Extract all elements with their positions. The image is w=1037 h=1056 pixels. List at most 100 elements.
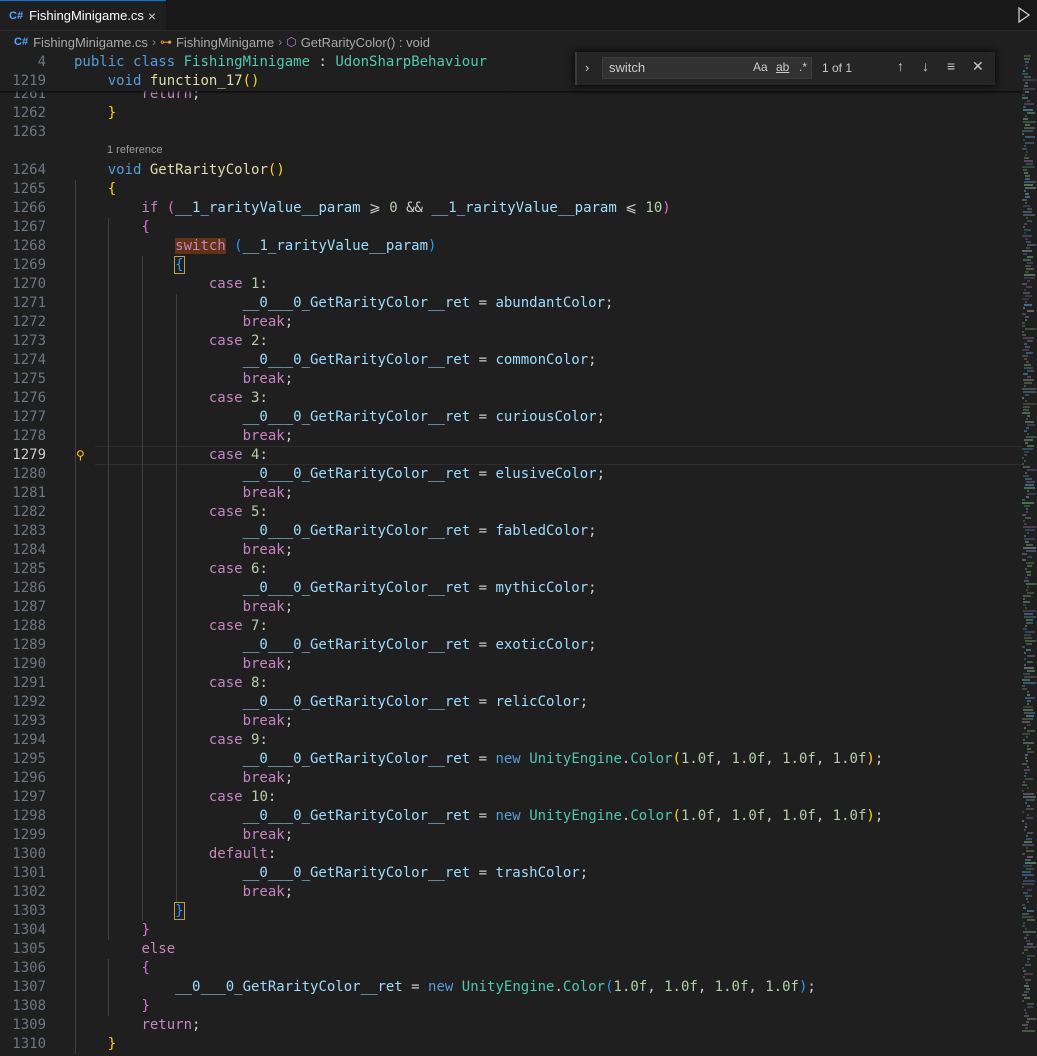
minimap-line bbox=[1027, 532, 1029, 534]
code-line[interactable]: 1281 break; bbox=[0, 484, 1022, 503]
minimap-line bbox=[1023, 79, 1036, 81]
code-line[interactable]: 1270 case 1: bbox=[0, 275, 1022, 294]
code-line[interactable]: 1290 break; bbox=[0, 655, 1022, 674]
arrow-up-icon[interactable]: ↑ bbox=[897, 58, 904, 74]
code-line[interactable]: 1271 __0___0_GetRarityColor__ret = abund… bbox=[0, 294, 1022, 313]
line-number: 1295 bbox=[12, 751, 46, 767]
code-line[interactable]: 1279 case 4: ⚲ bbox=[0, 446, 1022, 465]
toggle-replace-chevron-icon[interactable]: › bbox=[585, 60, 589, 75]
code-line[interactable]: 1268 switch (__1_rarityValue__param) bbox=[0, 237, 1022, 256]
code-line[interactable]: 1265 { bbox=[0, 180, 1022, 199]
code-line[interactable]: 1275 break; bbox=[0, 370, 1022, 389]
line-number: 1310 bbox=[12, 1036, 46, 1052]
match-case-button[interactable]: Aa bbox=[753, 60, 768, 74]
minimap-line bbox=[1025, 154, 1027, 156]
minimap-line bbox=[1027, 493, 1036, 495]
minimap-line bbox=[1022, 994, 1027, 996]
breadcrumb-file[interactable]: C# FishingMinigame.cs bbox=[14, 35, 148, 50]
code-line[interactable]: 1293 break; bbox=[0, 712, 1022, 731]
tab-bar: C# FishingMinigame.cs × bbox=[0, 0, 1037, 31]
minimap-line bbox=[1024, 946, 1036, 948]
minimap-line bbox=[1026, 511, 1028, 513]
code-line[interactable]: 1294 case 9: bbox=[0, 731, 1022, 750]
minimap-line bbox=[1023, 742, 1034, 744]
breadcrumb-class-label: FishingMinigame bbox=[175, 34, 275, 50]
close-icon[interactable]: × bbox=[148, 8, 156, 24]
code-line[interactable]: 1300 default: bbox=[0, 845, 1022, 864]
code-line[interactable]: 1310 } bbox=[0, 1035, 1022, 1054]
code-line[interactable]: 1305 else bbox=[0, 940, 1022, 959]
code-line[interactable]: 1269 { bbox=[0, 256, 1022, 275]
code-line[interactable]: 1280 __0___0_GetRarityColor__ret = elusi… bbox=[0, 465, 1022, 484]
line-number: 1301 bbox=[12, 865, 46, 881]
minimap-line bbox=[1026, 286, 1032, 288]
code-line[interactable]: 1262 } bbox=[0, 104, 1022, 123]
tab-fishingminigame[interactable]: C# FishingMinigame.cs × bbox=[0, 0, 166, 30]
minimap[interactable] bbox=[1022, 53, 1037, 1056]
code-line[interactable]: 1292 __0___0_GetRarityColor__ret = relic… bbox=[0, 693, 1022, 712]
minimap-line bbox=[1027, 730, 1035, 732]
code-line[interactable]: 1286 __0___0_GetRarityColor__ret = mythi… bbox=[0, 579, 1022, 598]
breadcrumb-method[interactable]: ⬡ GetRarityColor() : void bbox=[286, 35, 430, 50]
minimap-line bbox=[1027, 586, 1029, 588]
minimap-line bbox=[1026, 544, 1033, 546]
regex-button[interactable]: .* bbox=[799, 60, 807, 74]
code-line[interactable]: 1267 { bbox=[0, 218, 1022, 237]
minimap-line bbox=[1024, 364, 1031, 366]
code-line[interactable]: 1263 bbox=[0, 123, 1022, 142]
code-line[interactable]: 1308 } bbox=[0, 997, 1022, 1016]
arrow-down-icon[interactable]: ↓ bbox=[922, 58, 929, 74]
code-line[interactable]: 1272 break; bbox=[0, 313, 1022, 332]
line-number: 1277 bbox=[12, 409, 46, 425]
code-line[interactable]: 1298 __0___0_GetRarityColor__ret = new U… bbox=[0, 807, 1022, 826]
find-in-selection-icon[interactable]: ≡ bbox=[947, 58, 955, 74]
code-line[interactable]: 1303 } bbox=[0, 902, 1022, 921]
code-line[interactable]: 1266 if (__1_rarityValue__param ⩾ 0 && _… bbox=[0, 199, 1022, 218]
code-line[interactable]: 1301 __0___0_GetRarityColor__ret = trash… bbox=[0, 864, 1022, 883]
code-text: case 4: bbox=[208, 447, 268, 463]
code-line[interactable]: 1299 break; bbox=[0, 826, 1022, 845]
run-icon[interactable] bbox=[1017, 6, 1031, 27]
code-line[interactable]: 1278 break; bbox=[0, 427, 1022, 446]
line-number: 1286 bbox=[12, 580, 46, 596]
match-whole-word-button[interactable]: ab bbox=[776, 60, 789, 74]
minimap-line bbox=[1022, 913, 1029, 915]
minimap-line bbox=[1023, 793, 1034, 795]
minimap-line bbox=[1027, 889, 1032, 891]
code-line[interactable]: 1302 break; bbox=[0, 883, 1022, 902]
code-line[interactable]: 1274 __0___0_GetRarityColor__ret = commo… bbox=[0, 351, 1022, 370]
minimap-line bbox=[1025, 478, 1032, 480]
code-line[interactable]: 1309 return; bbox=[0, 1016, 1022, 1035]
breadcrumb-class[interactable]: ⊶ FishingMinigame bbox=[160, 35, 274, 50]
code-line[interactable]: 1273 case 2: bbox=[0, 332, 1022, 351]
code-line[interactable]: 1306 { bbox=[0, 959, 1022, 978]
minimap-line bbox=[1027, 961, 1029, 963]
minimap-line bbox=[1023, 253, 1027, 255]
code-line[interactable]: 1283 __0___0_GetRarityColor__ret = fable… bbox=[0, 522, 1022, 541]
code-line[interactable]: 1276 case 3: bbox=[0, 389, 1022, 408]
code-line[interactable]: 1284 break; bbox=[0, 541, 1022, 560]
code-line[interactable]: 1282 case 5: bbox=[0, 503, 1022, 522]
code-line[interactable]: 1277 __0___0_GetRarityColor__ret = curio… bbox=[0, 408, 1022, 427]
minimap-line bbox=[1022, 688, 1027, 690]
lightbulb-icon[interactable]: ⚲ bbox=[76, 446, 85, 465]
code-line[interactable]: 1287 break; bbox=[0, 598, 1022, 617]
code-lens-references[interactable]: 1 reference bbox=[0, 142, 1022, 161]
minimap-line bbox=[1023, 595, 1031, 597]
minimap-line bbox=[1025, 823, 1027, 825]
minimap-line bbox=[1027, 592, 1034, 594]
code-line[interactable]: 1291 case 8: bbox=[0, 674, 1022, 693]
code-line[interactable]: 1285 case 6: bbox=[0, 560, 1022, 579]
code-line[interactable]: 1297 case 10: bbox=[0, 788, 1022, 807]
code-line[interactable]: 1288 case 7: bbox=[0, 617, 1022, 636]
close-icon[interactable]: ✕ bbox=[972, 58, 984, 75]
code-line[interactable]: 1264 void GetRarityColor() bbox=[0, 161, 1022, 180]
code-line[interactable]: 1295 __0___0_GetRarityColor__ret = new U… bbox=[0, 750, 1022, 769]
code-line[interactable]: 1307 __0___0_GetRarityColor__ret = new U… bbox=[0, 978, 1022, 997]
reference-label[interactable]: 1 reference bbox=[107, 141, 163, 160]
line-number: 1287 bbox=[12, 599, 46, 615]
code-line[interactable]: 1296 break; bbox=[0, 769, 1022, 788]
code-line[interactable]: 1289 __0___0_GetRarityColor__ret = exoti… bbox=[0, 636, 1022, 655]
code-line[interactable]: 1304 } bbox=[0, 921, 1022, 940]
code-editor[interactable]: 1261 return; 1262 } 1263 1 reference 1264 vo… bbox=[0, 53, 1022, 1056]
